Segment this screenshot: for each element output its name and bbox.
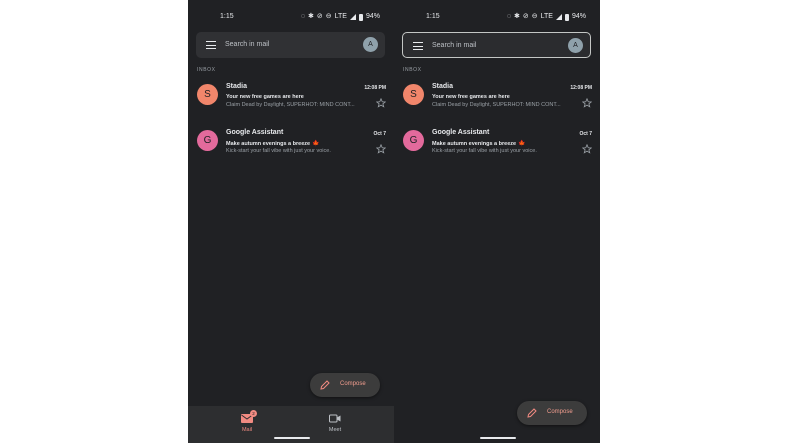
star-icon[interactable]	[582, 144, 592, 154]
star-icon[interactable]	[376, 144, 386, 154]
search-bar[interactable]: Search in mail A	[196, 32, 385, 58]
email-subject: Your new free games are here	[226, 94, 304, 100]
status-time: 1:15	[220, 13, 234, 20]
silent-icon: ⊘	[316, 13, 323, 20]
email-date: 12:08 PM	[364, 85, 386, 91]
search-bar[interactable]: Search in mail A	[402, 32, 591, 58]
menu-icon[interactable]	[413, 42, 423, 50]
email-row[interactable]: G Google Assistant Oct 7 Make autumn eve…	[188, 126, 394, 166]
home-indicator[interactable]	[480, 437, 516, 439]
email-snippet: Kick-start your fall vibe with just your…	[432, 148, 537, 154]
do-not-disturb-icon: ⊖	[531, 13, 538, 20]
email-sender: Google Assistant	[432, 129, 490, 136]
signal-icon	[349, 14, 356, 20]
email-sender: Google Assistant	[226, 129, 284, 136]
inbox-label: INBOX	[403, 67, 422, 73]
nav-item-meet[interactable]: Meet	[310, 410, 360, 440]
silent-icon: ⊘	[522, 13, 529, 20]
email-sender: Stadia	[226, 83, 248, 90]
status-bar: 1:15 ◌ ✱ ⊘ ⊖ LTE 94%	[394, 12, 600, 24]
signal-icon	[555, 14, 562, 20]
sender-avatar: S	[403, 84, 424, 105]
nav-item-mail[interactable]: 2 Mail	[222, 410, 272, 440]
leaf-emoji-icon: 🍁	[312, 141, 320, 147]
battery-level: 94%	[571, 13, 586, 20]
email-date: Oct 7	[579, 131, 592, 137]
email-row[interactable]: S Stadia 12:08 PM Your new free games ar…	[394, 80, 600, 120]
video-camera-icon	[329, 414, 341, 423]
compose-label: Compose	[340, 381, 366, 387]
star-icon[interactable]	[582, 98, 592, 108]
leaf-emoji-icon: 🍁	[518, 141, 526, 147]
email-snippet: Claim Dead by Daylight, SUPERHOT: MIND C…	[432, 102, 561, 108]
email-subject: Your new free games are here	[432, 94, 510, 100]
email-date: 12:08 PM	[570, 85, 592, 91]
email-sender: Stadia	[432, 83, 454, 90]
phone-screen-right: 1:15 ◌ ✱ ⊘ ⊖ LTE 94% Search in mail A IN…	[394, 0, 600, 443]
network-type: LTE	[540, 13, 553, 20]
account-avatar[interactable]: A	[568, 38, 583, 53]
home-indicator[interactable]	[274, 437, 310, 439]
menu-icon[interactable]	[206, 41, 216, 49]
email-snippet: Claim Dead by Daylight, SUPERHOT: MIND C…	[226, 102, 355, 108]
do-not-disturb-icon: ⊖	[325, 13, 332, 20]
email-row[interactable]: S Stadia 12:08 PM Your new free games ar…	[188, 80, 394, 120]
sender-avatar: G	[403, 130, 424, 151]
phone-screen-left: 1:15 ◌ ✱ ⊘ ⊖ LTE 94% Search in mail A IN…	[188, 0, 394, 443]
network-type: LTE	[334, 13, 347, 20]
sender-avatar: S	[197, 84, 218, 105]
account-avatar[interactable]: A	[363, 37, 378, 52]
pencil-icon	[320, 380, 330, 390]
email-snippet: Kick-start your fall vibe with just your…	[226, 148, 331, 154]
email-subject: Make autumn evenings a breeze 🍁	[432, 141, 526, 147]
nav-label-meet: Meet	[328, 427, 342, 433]
battery-icon	[564, 13, 569, 21]
nav-label-mail: Mail	[241, 427, 253, 433]
compose-label: Compose	[547, 409, 573, 415]
compose-button[interactable]: Compose	[310, 373, 380, 397]
battery-icon	[358, 13, 363, 21]
unread-badge: 2	[250, 410, 257, 417]
status-bar: 1:15 ◌ ✱ ⊘ ⊖ LTE 94%	[188, 12, 394, 24]
compose-button[interactable]: Compose	[517, 401, 587, 425]
sender-avatar: G	[197, 130, 218, 151]
bluetooth-icon: ✱	[308, 13, 314, 20]
vibrate-icon: ◌	[300, 13, 306, 20]
pencil-icon	[527, 408, 537, 418]
battery-level: 94%	[365, 13, 380, 20]
inbox-label: INBOX	[197, 67, 216, 73]
email-row[interactable]: G Google Assistant Oct 7 Make autumn eve…	[394, 126, 600, 166]
status-icons: ◌ ✱ ⊘ ⊖ LTE 94%	[301, 13, 380, 21]
status-time: 1:15	[426, 13, 440, 20]
search-input[interactable]: Search in mail	[432, 42, 476, 49]
status-icons: ◌ ✱ ⊘ ⊖ LTE 94%	[507, 13, 586, 21]
email-subject: Make autumn evenings a breeze 🍁	[226, 141, 320, 147]
bluetooth-icon: ✱	[514, 13, 520, 20]
star-icon[interactable]	[376, 98, 386, 108]
vibrate-icon: ◌	[506, 13, 512, 20]
email-date: Oct 7	[373, 131, 386, 137]
search-input[interactable]: Search in mail	[225, 41, 269, 48]
